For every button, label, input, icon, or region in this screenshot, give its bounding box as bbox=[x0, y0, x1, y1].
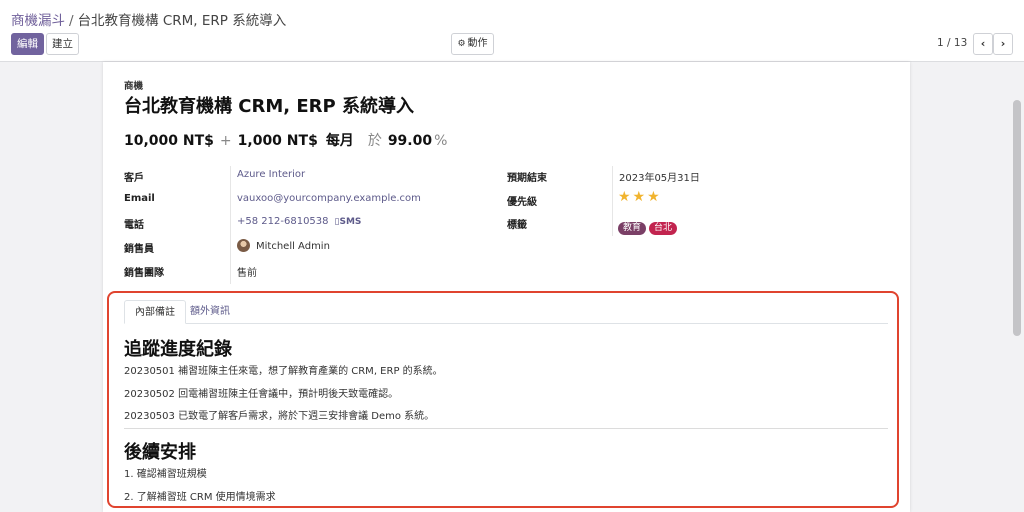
notes-heading-followup: 後續安排 bbox=[124, 442, 196, 463]
breadcrumb-pipeline-link[interactable]: 商機漏斗 bbox=[11, 13, 65, 29]
deadline-label: 預期結束 bbox=[507, 173, 547, 184]
edit-button[interactable]: 編輯 bbox=[11, 33, 44, 55]
salesperson-field[interactable]: Mitchell Admin bbox=[237, 239, 330, 252]
notes-line-1: 20230501 補習班陳主任來電，想了解教育產業的 CRM, ERP 的系統。 bbox=[124, 366, 443, 377]
email-value[interactable]: vauxoo@yourcompany.example.com bbox=[237, 193, 421, 204]
chevron-right-icon: › bbox=[1000, 37, 1006, 50]
tag-taipei[interactable]: 台北 bbox=[649, 222, 678, 235]
phone-value[interactable]: +58 212-6810538 bbox=[237, 216, 329, 227]
gear-icon: ⚙ bbox=[457, 39, 466, 49]
sales-team-label: 銷售團隊 bbox=[124, 268, 164, 279]
tags-field[interactable]: 教育 台北 bbox=[618, 215, 680, 235]
email-label: Email bbox=[124, 193, 155, 204]
avatar bbox=[237, 239, 250, 252]
notes-heading-progress: 追蹤進度紀錄 bbox=[124, 339, 232, 360]
followup-line-1: 1. 確認補習班規模 bbox=[124, 469, 207, 480]
control-panel: 商機漏斗 / 台北教育機構 CRM, ERP 系統導入 編輯 建立 ⚙ 動作 1 / … bbox=[0, 0, 1024, 62]
salesperson-label: 銷售員 bbox=[124, 244, 154, 255]
notes-divider bbox=[124, 428, 888, 429]
left-column-divider bbox=[230, 166, 231, 284]
plus-sign: + bbox=[219, 133, 232, 149]
priority-stars[interactable]: ★★★ bbox=[618, 189, 662, 205]
form-sheet: 商機 台北教育機構 CRM, ERP 系統導入 10,000 NT$ +1,000… bbox=[103, 62, 910, 512]
tags-label: 標籤 bbox=[507, 220, 527, 231]
phone-field: +58 212-6810538 ▯SMS bbox=[237, 216, 361, 227]
customer-label: 客戶 bbox=[124, 173, 144, 184]
pager-value[interactable]: 1 / 13 bbox=[937, 37, 967, 49]
sales-team-value[interactable]: 售前 bbox=[237, 264, 257, 279]
recurring-revenue: 1,000 NT$ bbox=[237, 133, 318, 149]
percent-sign: % bbox=[434, 133, 448, 149]
salesperson-value: Mitchell Admin bbox=[256, 241, 330, 252]
action-button[interactable]: ⚙ 動作 bbox=[451, 33, 494, 55]
tag-education[interactable]: 教育 bbox=[618, 222, 647, 235]
page-title: 台北教育機構 CRM, ERP 系統導入 bbox=[124, 96, 414, 117]
at-label: 於 bbox=[367, 133, 382, 149]
record-type-label: 商機 bbox=[124, 81, 144, 92]
pager-previous-button[interactable]: ‹ bbox=[973, 33, 993, 55]
create-button[interactable]: 建立 bbox=[46, 33, 79, 55]
page-scrollbar[interactable] bbox=[1013, 100, 1021, 336]
notes-line-2: 20230502 回電補習班陳主任會議中，預計明後天致電確認。 bbox=[124, 389, 399, 400]
action-button-label: 動作 bbox=[467, 38, 488, 49]
chevron-left-icon: ‹ bbox=[980, 37, 986, 50]
right-column-divider bbox=[612, 166, 613, 236]
priority-label: 優先級 bbox=[507, 197, 537, 208]
tab-internal-notes[interactable]: 內部備註 bbox=[124, 300, 186, 324]
deadline-value[interactable]: 2023年05月31日 bbox=[619, 169, 700, 184]
breadcrumb-separator: / bbox=[69, 13, 74, 29]
revenue-summary: 10,000 NT$ +1,000 NT$ 每月於 99.00% bbox=[124, 130, 453, 150]
pager-next-button[interactable]: › bbox=[993, 33, 1013, 55]
recurring-period: 每月 bbox=[325, 133, 354, 149]
notes-line-3: 20230503 已致電了解客戶需求，將於下週三安排會議 Demo 系統。 bbox=[124, 411, 435, 422]
tab-extra-info[interactable]: 額外資訊 bbox=[180, 300, 240, 324]
phone-label: 電話 bbox=[124, 220, 144, 231]
expected-revenue: 10,000 NT$ bbox=[124, 133, 214, 149]
sms-button[interactable]: ▯SMS bbox=[335, 217, 362, 227]
breadcrumb-current: 台北教育機構 CRM, ERP 系統導入 bbox=[77, 13, 287, 29]
followup-line-2: 2. 了解補習班 CRM 使用情境需求 bbox=[124, 492, 276, 503]
breadcrumb: 商機漏斗 / 台北教育機構 CRM, ERP 系統導入 bbox=[11, 9, 286, 29]
probability-value: 99.00 bbox=[387, 133, 433, 149]
customer-value[interactable]: Azure Interior bbox=[237, 169, 305, 180]
